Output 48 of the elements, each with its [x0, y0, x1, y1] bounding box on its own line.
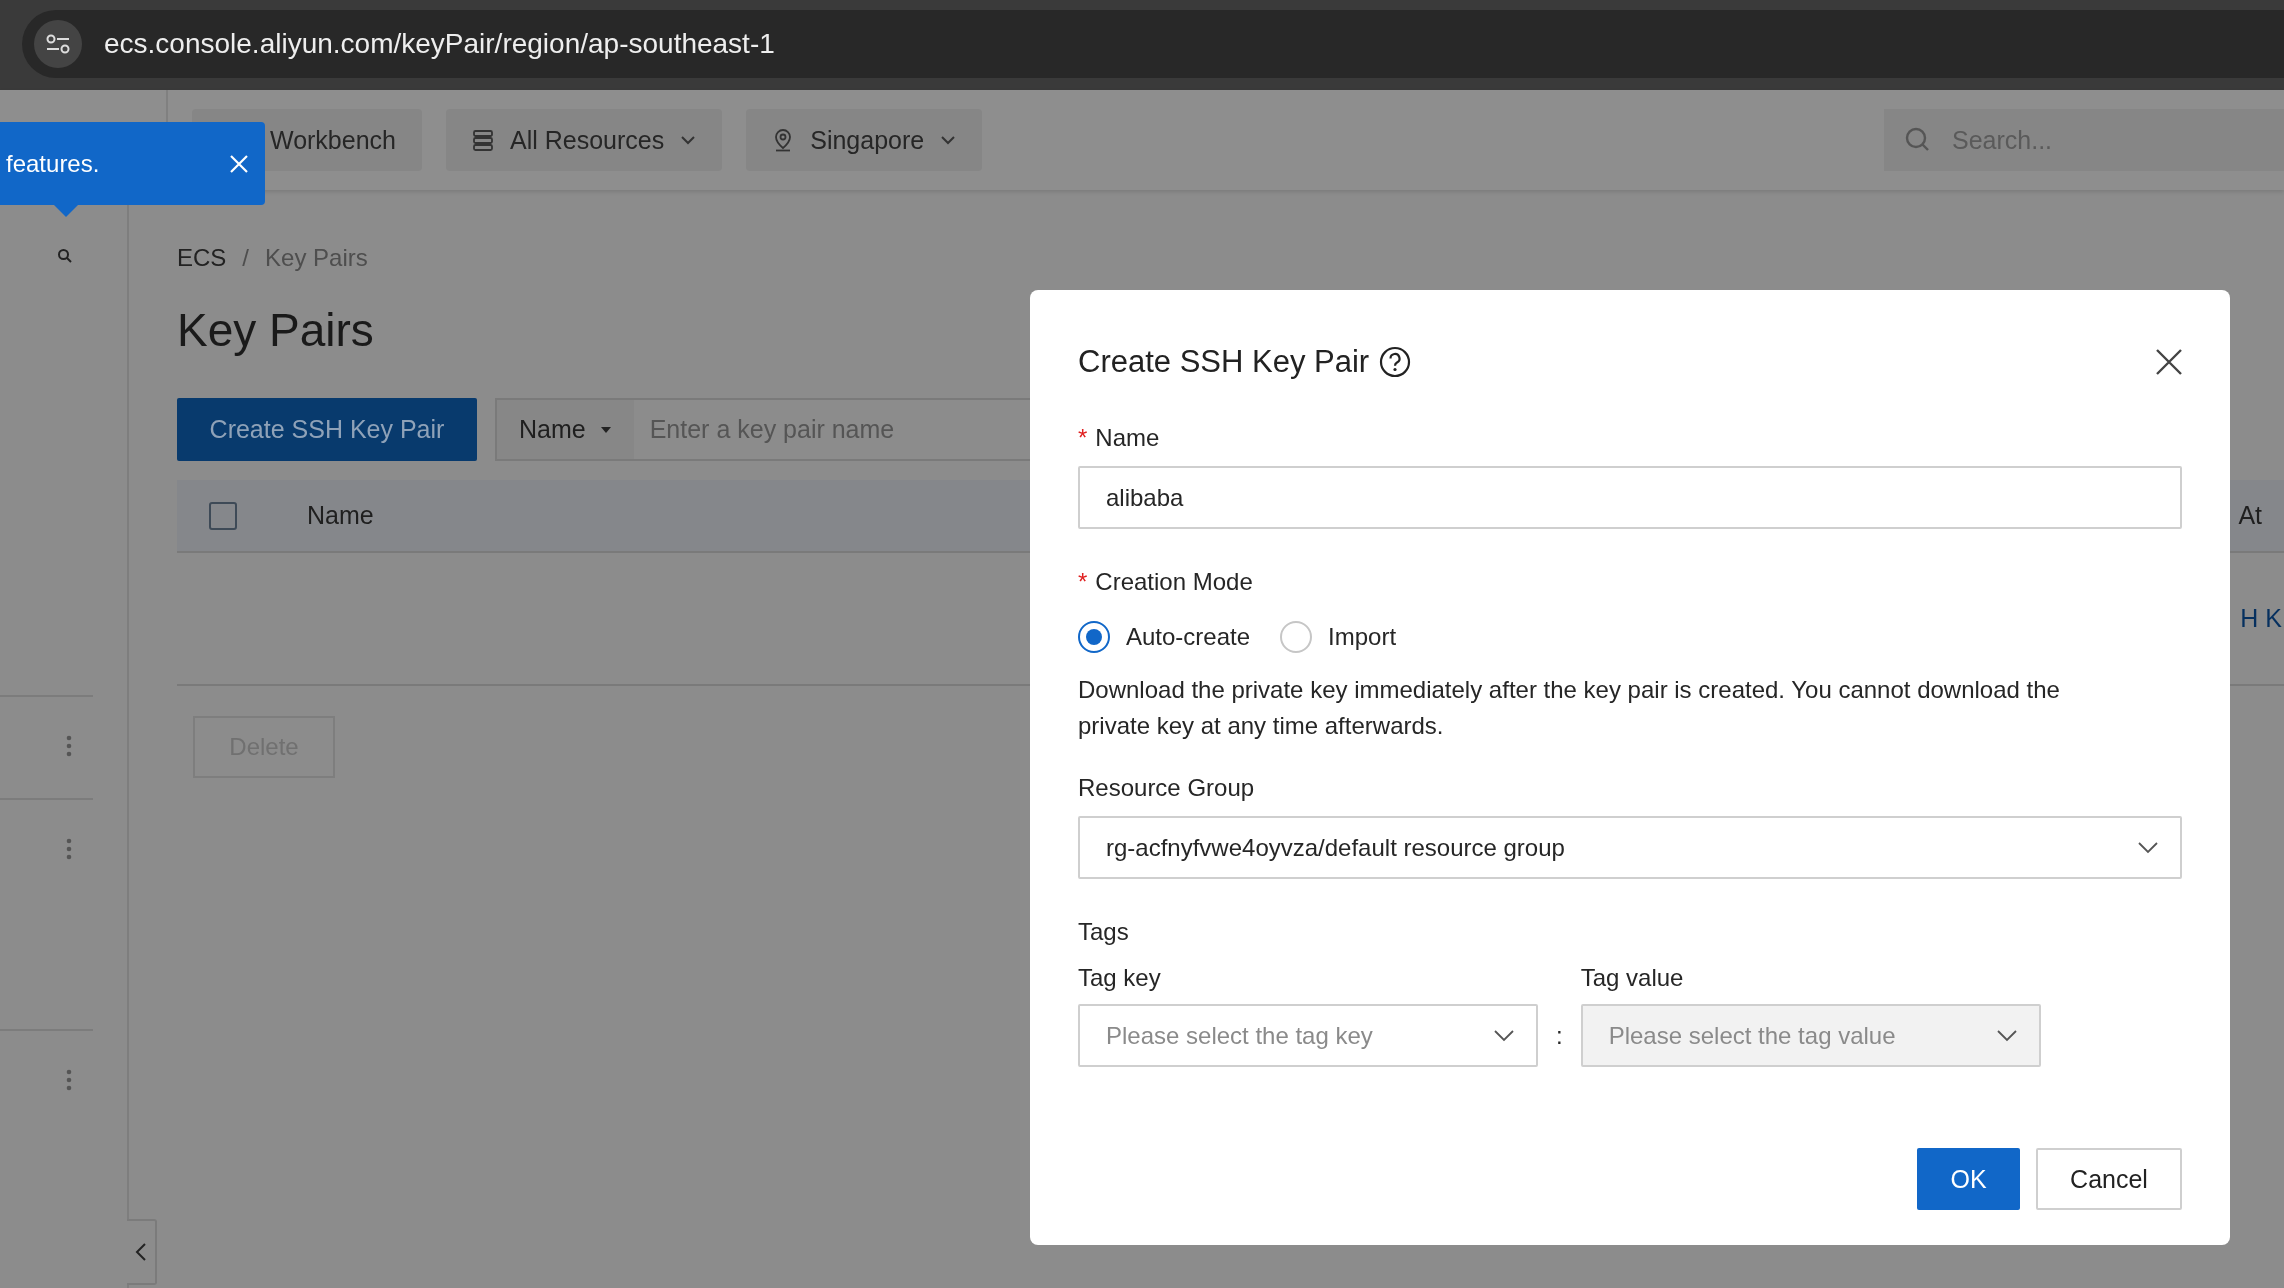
- tag-separator: :: [1556, 1021, 1563, 1051]
- site-settings-icon[interactable]: [34, 20, 82, 68]
- chevron-left-icon: [135, 1242, 147, 1262]
- column-header: Name: [307, 501, 374, 530]
- required-mark: *: [1078, 423, 1088, 453]
- url-text: ecs.console.aliyun.com/keyPair/region/ap-southeast-1: [104, 28, 775, 60]
- tooltip-text: features.: [6, 149, 100, 178]
- radio-option[interactable]: Auto-create: [1078, 621, 1251, 653]
- field-label: Resource Group: [1078, 773, 1255, 803]
- address-bar[interactable]: ecs.console.aliyun.com/keyPair/region/ap-southeast-1: [22, 10, 2284, 78]
- radio-button[interactable]: [1280, 621, 1313, 653]
- resource-group-select[interactable]: rg-acfnyfvwe4oyvza/default resource group: [1078, 816, 2182, 879]
- create-button[interactable]: Create SSH Key Pair: [177, 398, 477, 461]
- dialog-title: Create SSH Key Pair: [1078, 344, 1370, 380]
- help-text: Download the private key immediately after the key pair is created. You cannot download the private key at any time afterwards.: [1078, 675, 2061, 741]
- breadcrumb-separator: /: [242, 243, 250, 273]
- select-all-checkbox[interactable]: [209, 501, 237, 530]
- nav-button[interactable]: Singapore: [746, 109, 983, 171]
- collapse-button[interactable]: [127, 1219, 157, 1285]
- breadcrumb-current: Key Pairs: [265, 243, 368, 273]
- close-icon[interactable]: [2156, 349, 2182, 375]
- chevron-down-icon: [1494, 1029, 1514, 1042]
- chevron-down-icon: [2138, 841, 2158, 854]
- chevron-down-icon: [680, 135, 697, 145]
- breadcrumb-link[interactable]: ECS: [177, 243, 227, 273]
- ok-button[interactable]: OK: [1917, 1148, 2020, 1210]
- help-icon[interactable]: [1379, 346, 1412, 378]
- page-title: Key Pairs: [177, 303, 374, 358]
- search-icon[interactable]: [57, 248, 73, 264]
- field-label: Tag key: [1078, 963, 1162, 993]
- name-input[interactable]: alibaba: [1078, 466, 2182, 529]
- column-header: At: [2238, 501, 2262, 530]
- required-mark: *: [1078, 567, 1088, 597]
- radio-button[interactable]: [1078, 621, 1110, 653]
- field-label: Tag value: [1580, 963, 1685, 993]
- nav-button[interactable]: All Resources: [446, 109, 723, 171]
- chevron-down-icon: [940, 135, 957, 145]
- field-label: Name: [1095, 423, 1160, 453]
- list-icon: [472, 129, 494, 151]
- cancel-button[interactable]: Cancel: [2036, 1148, 2182, 1210]
- field-dropdown[interactable]: Name: [497, 400, 634, 459]
- caret-icon: [599, 425, 612, 434]
- tag-key-select[interactable]: Please select the tag key: [1078, 1004, 1538, 1067]
- chevron-down-icon: [1996, 1029, 2017, 1042]
- section-label: Tags: [1078, 917, 1129, 947]
- field-label: Creation Mode: [1095, 567, 1253, 597]
- table-link[interactable]: H K: [2240, 604, 2282, 633]
- radio-option[interactable]: Import: [1280, 621, 1397, 653]
